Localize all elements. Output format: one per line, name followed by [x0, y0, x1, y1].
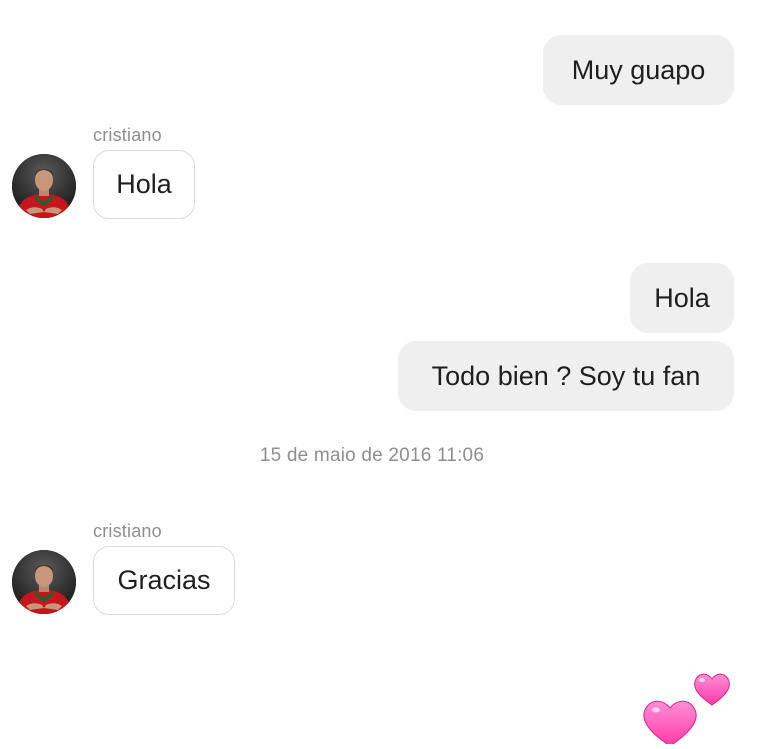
- sender-name: cristiano: [93, 521, 162, 541]
- two-pink-hearts-icon: [643, 673, 730, 747]
- outgoing-message-bubble[interactable]: Todo bien ? Soy tu fan: [398, 341, 734, 411]
- avatar[interactable]: [12, 550, 76, 614]
- outgoing-message-bubble[interactable]: Hola: [630, 263, 734, 333]
- message-text: Todo bien ? Soy tu fan: [431, 360, 701, 391]
- message-text: Hola: [654, 282, 710, 313]
- sender-name: cristiano: [93, 125, 162, 145]
- avatar-photo-icon: [12, 154, 76, 218]
- avatar[interactable]: [12, 154, 76, 218]
- incoming-message-bubble[interactable]: Hola: [93, 150, 195, 219]
- message-text: Gracias: [117, 565, 211, 595]
- incoming-message-bubble[interactable]: Gracias: [93, 546, 235, 615]
- message-text: Hola: [116, 169, 172, 199]
- avatar-photo-icon: [12, 550, 76, 614]
- outgoing-message-bubble[interactable]: Muy guapo: [543, 35, 734, 105]
- two-hearts-icon[interactable]: [636, 664, 746, 747]
- message-text: Muy guapo: [571, 54, 706, 85]
- timestamp: 15 de maio de 2016 11:06: [259, 445, 485, 466]
- message-thread[interactable]: Muy guapo cristiano Hola Hola Todo bien …: [0, 0, 759, 747]
